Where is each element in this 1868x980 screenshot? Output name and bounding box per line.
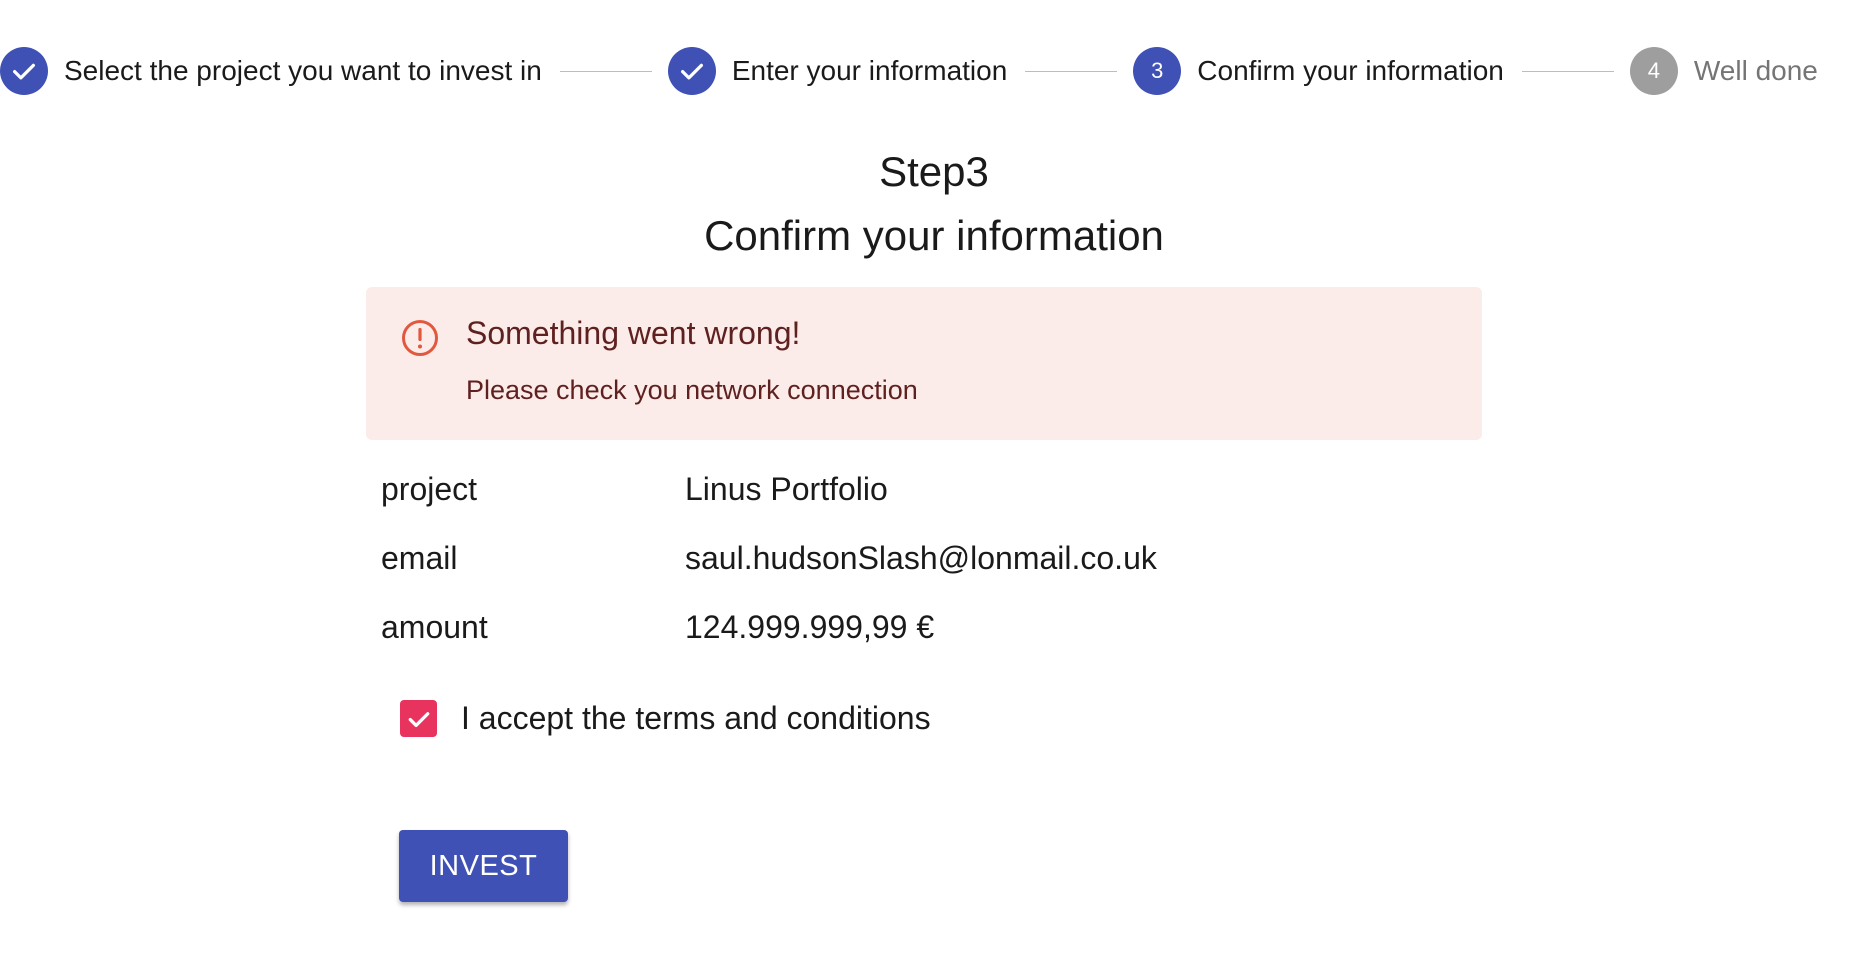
error-alert: Something went wrong! Please check you n… <box>366 287 1482 440</box>
step-number-badge: 3 <box>1133 47 1182 95</box>
summary-key: email <box>381 540 458 576</box>
summary-value: Linus Portfolio <box>685 471 888 507</box>
summary-row-project: project Linus Portfolio <box>381 455 1157 524</box>
step-connector <box>1521 70 1614 72</box>
check-icon <box>408 711 429 727</box>
step-label: Well done <box>1693 55 1818 86</box>
step-label: Confirm your information <box>1197 55 1504 86</box>
alert-message: Please check you network connection <box>466 375 918 405</box>
terms-checkbox-row[interactable]: I accept the terms and conditions <box>400 700 931 737</box>
step-connector <box>1025 70 1118 72</box>
step-label: Select the project you want to invest in <box>64 55 542 86</box>
check-icon <box>680 63 703 80</box>
error-outline-icon <box>402 320 438 356</box>
invest-button[interactable]: INVEST <box>399 830 568 902</box>
step-completed-badge <box>667 47 716 95</box>
step-enter-information[interactable]: Enter your information <box>667 47 1008 95</box>
summary-row-amount: amount 124.999.999,99 € <box>381 593 1157 662</box>
step-connector <box>559 70 652 72</box>
step-number-badge: 4 <box>1629 47 1678 95</box>
step-label: Enter your information <box>731 55 1008 86</box>
step-select-project[interactable]: Select the project you want to invest in <box>0 47 542 95</box>
alert-title: Something went wrong! <box>466 315 801 351</box>
step-heading: Step3 <box>879 148 989 195</box>
check-icon <box>13 63 35 80</box>
page-title: Confirm your information <box>704 212 1164 259</box>
summary-key: project <box>381 471 478 507</box>
summary-value: saul.hudsonSlash@lonmail.co.uk <box>685 540 1157 576</box>
summary-value: 124.999.999,99 € <box>685 609 935 645</box>
step-confirm-information: 3 Confirm your information <box>1133 47 1504 95</box>
terms-label[interactable]: I accept the terms and conditions <box>461 700 931 737</box>
stepper: Select the project you want to invest in… <box>0 46 1818 96</box>
summary-key: amount <box>381 609 488 645</box>
page: Select the project you want to invest in… <box>0 0 1868 980</box>
summary-table: project Linus Portfolio email saul.hudso… <box>381 455 1157 662</box>
step-completed-badge <box>0 47 48 95</box>
step-well-done: 4 Well done <box>1629 47 1818 95</box>
terms-checkbox[interactable] <box>400 700 437 737</box>
summary-row-email: email saul.hudsonSlash@lonmail.co.uk <box>381 524 1157 593</box>
